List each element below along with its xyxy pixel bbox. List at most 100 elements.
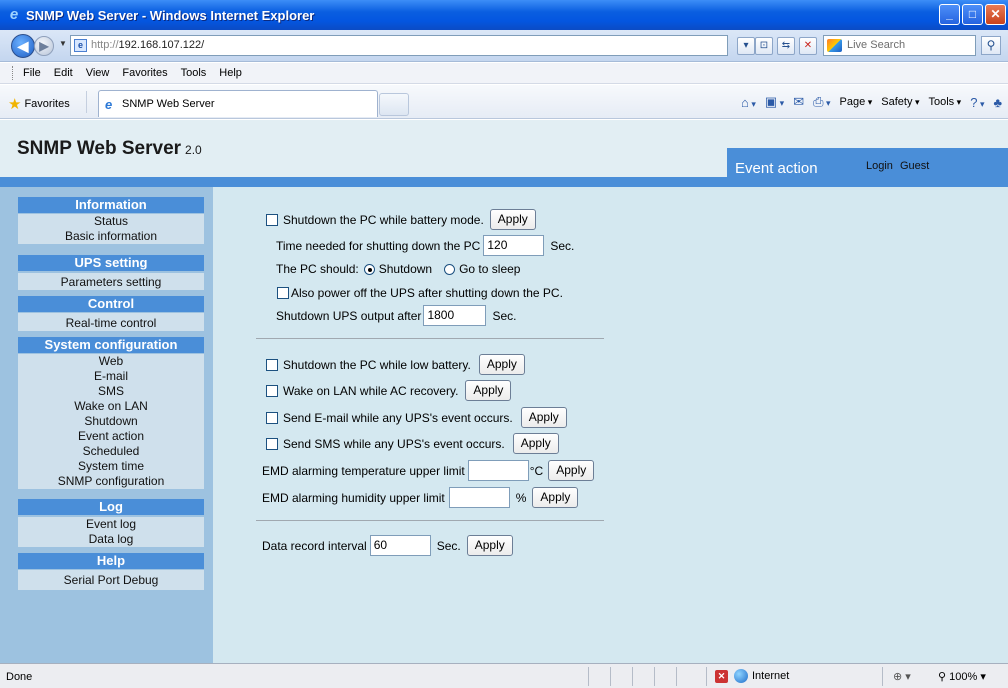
time-needed-label: Time needed for shutting down the PC <box>276 238 481 253</box>
sidebar-item-real-time-control[interactable]: Real-time control <box>18 316 204 331</box>
feeds-icon[interactable]: ▣ <box>765 94 784 110</box>
menu-view[interactable]: View <box>86 67 110 79</box>
help-icon[interactable]: ? <box>970 95 984 110</box>
sidebar-group-ups-setting: Parameters setting <box>18 273 204 290</box>
sidebar-item-email[interactable]: E-mail <box>18 369 204 384</box>
close-icon[interactable]: ✕ <box>985 4 1006 25</box>
menu-edit[interactable]: Edit <box>54 67 73 79</box>
apply-emd-temp-button[interactable]: Apply <box>548 460 595 481</box>
forward-arrow-icon[interactable]: ▶ <box>34 36 54 56</box>
protected-mode-icon[interactable]: ⊕ ▾ <box>893 670 911 683</box>
search-icon[interactable]: ⚲ <box>981 36 1001 55</box>
safety-menu[interactable]: Safety <box>881 96 919 108</box>
refresh-icon[interactable]: ⇆ <box>777 37 795 55</box>
sidebar-item-basic-information[interactable]: Basic information <box>18 229 204 244</box>
emd-hum-input[interactable] <box>448 487 510 508</box>
shutdown-battery-label: Shutdown the PC while battery mode. <box>283 212 484 227</box>
live-search-icon <box>827 39 842 52</box>
sidebar-item-status[interactable]: Status <box>18 214 204 229</box>
zone-label: Internet <box>752 670 790 682</box>
tab-title: SNMP Web Server <box>122 98 215 110</box>
page-menu[interactable]: Page <box>840 96 873 108</box>
app-version: 2.0 <box>185 143 202 157</box>
menu-bar: File Edit View Favorites Tools Help <box>0 63 1008 84</box>
sidebar-item-event-log[interactable]: Event log <box>18 517 204 532</box>
apply-emd-hum-button[interactable]: Apply <box>532 487 579 508</box>
divider <box>706 667 707 686</box>
sidebar-group-information: Status Basic information <box>18 214 204 244</box>
emd-temp-input[interactable] <box>467 460 529 481</box>
data-interval-input[interactable]: 60 <box>369 535 431 556</box>
menu-tools[interactable]: Tools <box>181 67 207 79</box>
login-link[interactable]: Login <box>866 160 893 172</box>
sidebar-item-wake-on-lan[interactable]: Wake on LAN <box>18 399 204 414</box>
address-text: http://192.168.107.122/ <box>91 39 205 51</box>
sms-label: Send SMS while any UPS's event occurs. <box>283 436 505 451</box>
minimize-icon[interactable]: _ <box>939 4 960 25</box>
low-battery-checkbox[interactable] <box>266 358 278 371</box>
wol-checkbox[interactable] <box>266 384 278 397</box>
window-title: SNMP Web Server - Windows Internet Explo… <box>26 7 315 23</box>
new-tab-button[interactable] <box>379 93 409 116</box>
apply-shutdown-battery-button[interactable]: Apply <box>489 209 536 230</box>
pc-should-row: The PC should: Shutdown Go to sleep <box>276 262 520 276</box>
shutdown-battery-checkbox[interactable] <box>266 213 278 226</box>
zoom-level[interactable]: ⚲ 100% ▾ <box>938 670 986 683</box>
security-zone[interactable]: ✕ Internet <box>715 669 789 683</box>
back-arrow-icon[interactable]: ◀ <box>11 34 35 58</box>
search-input[interactable]: Live Search <box>823 35 976 56</box>
emd-hum-label: EMD alarming humidity upper limit <box>262 490 445 505</box>
ie-logo-icon: e <box>9 6 19 23</box>
print-icon[interactable]: ⎙ <box>813 94 830 110</box>
emd-hum-unit: % <box>515 490 527 505</box>
favorites-button[interactable]: ★ Favorites <box>8 95 70 113</box>
sidebar-item-web[interactable]: Web <box>18 354 204 369</box>
home-icon[interactable]: ⌂ <box>741 95 756 110</box>
apply-low-battery-button[interactable]: Apply <box>478 354 525 375</box>
sidebar-item-scheduled[interactable]: Scheduled <box>18 444 204 459</box>
maximize-icon[interactable]: □ <box>962 4 983 25</box>
sidebar-item-sms[interactable]: SMS <box>18 384 204 399</box>
window-controls: _ □ ✕ <box>939 4 1006 25</box>
sidebar-item-system-time[interactable]: System time <box>18 459 204 474</box>
user-name: Guest <box>899 160 930 172</box>
time-needed-input[interactable]: 120 <box>483 235 545 256</box>
apply-email-button[interactable]: Apply <box>520 407 567 428</box>
sidebar-item-event-action[interactable]: Event action <box>18 429 204 444</box>
apply-sms-button[interactable]: Apply <box>512 433 559 454</box>
menu-help[interactable]: Help <box>219 67 242 79</box>
radio-shutdown[interactable] <box>363 263 375 275</box>
tools-menu[interactable]: Tools <box>928 96 961 108</box>
globe-icon <box>734 669 748 683</box>
sidebar-item-data-log[interactable]: Data log <box>18 532 204 547</box>
url-dropdown-icon[interactable]: ▾ <box>737 37 755 55</box>
sidebar-item-parameters-setting[interactable]: Parameters setting <box>18 275 204 290</box>
apply-wol-button[interactable]: Apply <box>465 380 512 401</box>
address-input[interactable]: e http://192.168.107.122/ <box>70 35 728 56</box>
time-needed-row: Time needed for shutting down the PC 120… <box>276 235 574 256</box>
history-dropdown-icon[interactable]: ▼ <box>59 39 67 48</box>
sms-checkbox[interactable] <box>266 437 278 450</box>
sidebar-item-snmp-configuration[interactable]: SNMP configuration <box>18 474 204 489</box>
menu-favorites[interactable]: Favorites <box>122 67 167 79</box>
sidebar: Information Status Basic information UPS… <box>0 187 213 663</box>
menu-file[interactable]: File <box>23 67 41 79</box>
browser-tab[interactable]: e SNMP Web Server <box>98 90 378 117</box>
radio-go-to-sleep-label: Go to sleep <box>459 262 521 276</box>
email-row: Send E-mail while any UPS's event occurs… <box>266 407 567 428</box>
compatibility-view-icon[interactable]: ⊡ <box>755 37 773 55</box>
shutdown-ups-input[interactable]: 1800 <box>423 305 487 326</box>
radio-go-to-sleep[interactable] <box>444 263 456 275</box>
sidebar-item-serial-port-debug[interactable]: Serial Port Debug <box>18 573 204 588</box>
window-titlebar: e SNMP Web Server - Windows Internet Exp… <box>0 0 1008 30</box>
sidebar-item-shutdown[interactable]: Shutdown <box>18 414 204 429</box>
power-off-ups-checkbox[interactable] <box>277 287 289 299</box>
email-checkbox[interactable] <box>266 411 278 424</box>
apply-data-interval-button[interactable]: Apply <box>466 535 513 556</box>
research-icon[interactable]: ♣ <box>993 95 1002 110</box>
favorites-label: Favorites <box>24 98 70 110</box>
read-mail-icon[interactable]: ✉ <box>793 94 804 110</box>
status-text: Done <box>6 671 33 683</box>
stop-icon[interactable]: ✕ <box>799 37 817 55</box>
shutdown-ups-unit: Sec. <box>492 308 517 323</box>
